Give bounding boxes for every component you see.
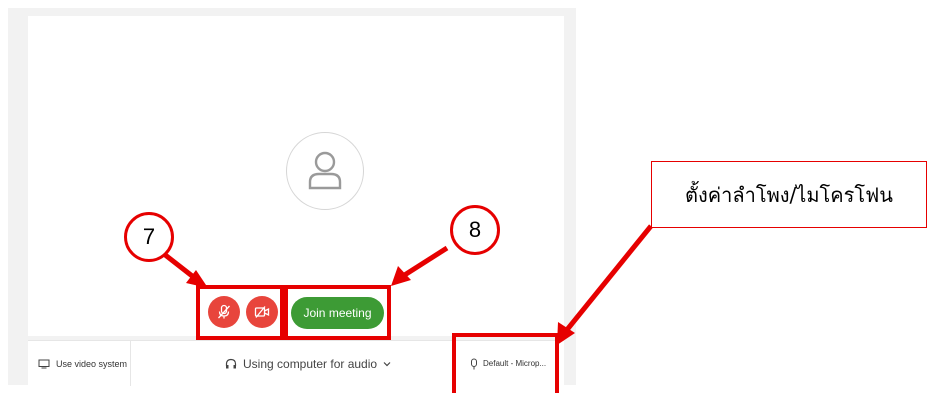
step-8-marker: 8 [450, 205, 500, 255]
speaker-mic-settings-note: ตั้งค่าลำโพง/ไมโครโฟน [651, 161, 927, 228]
step-7-marker: 7 [124, 212, 174, 262]
